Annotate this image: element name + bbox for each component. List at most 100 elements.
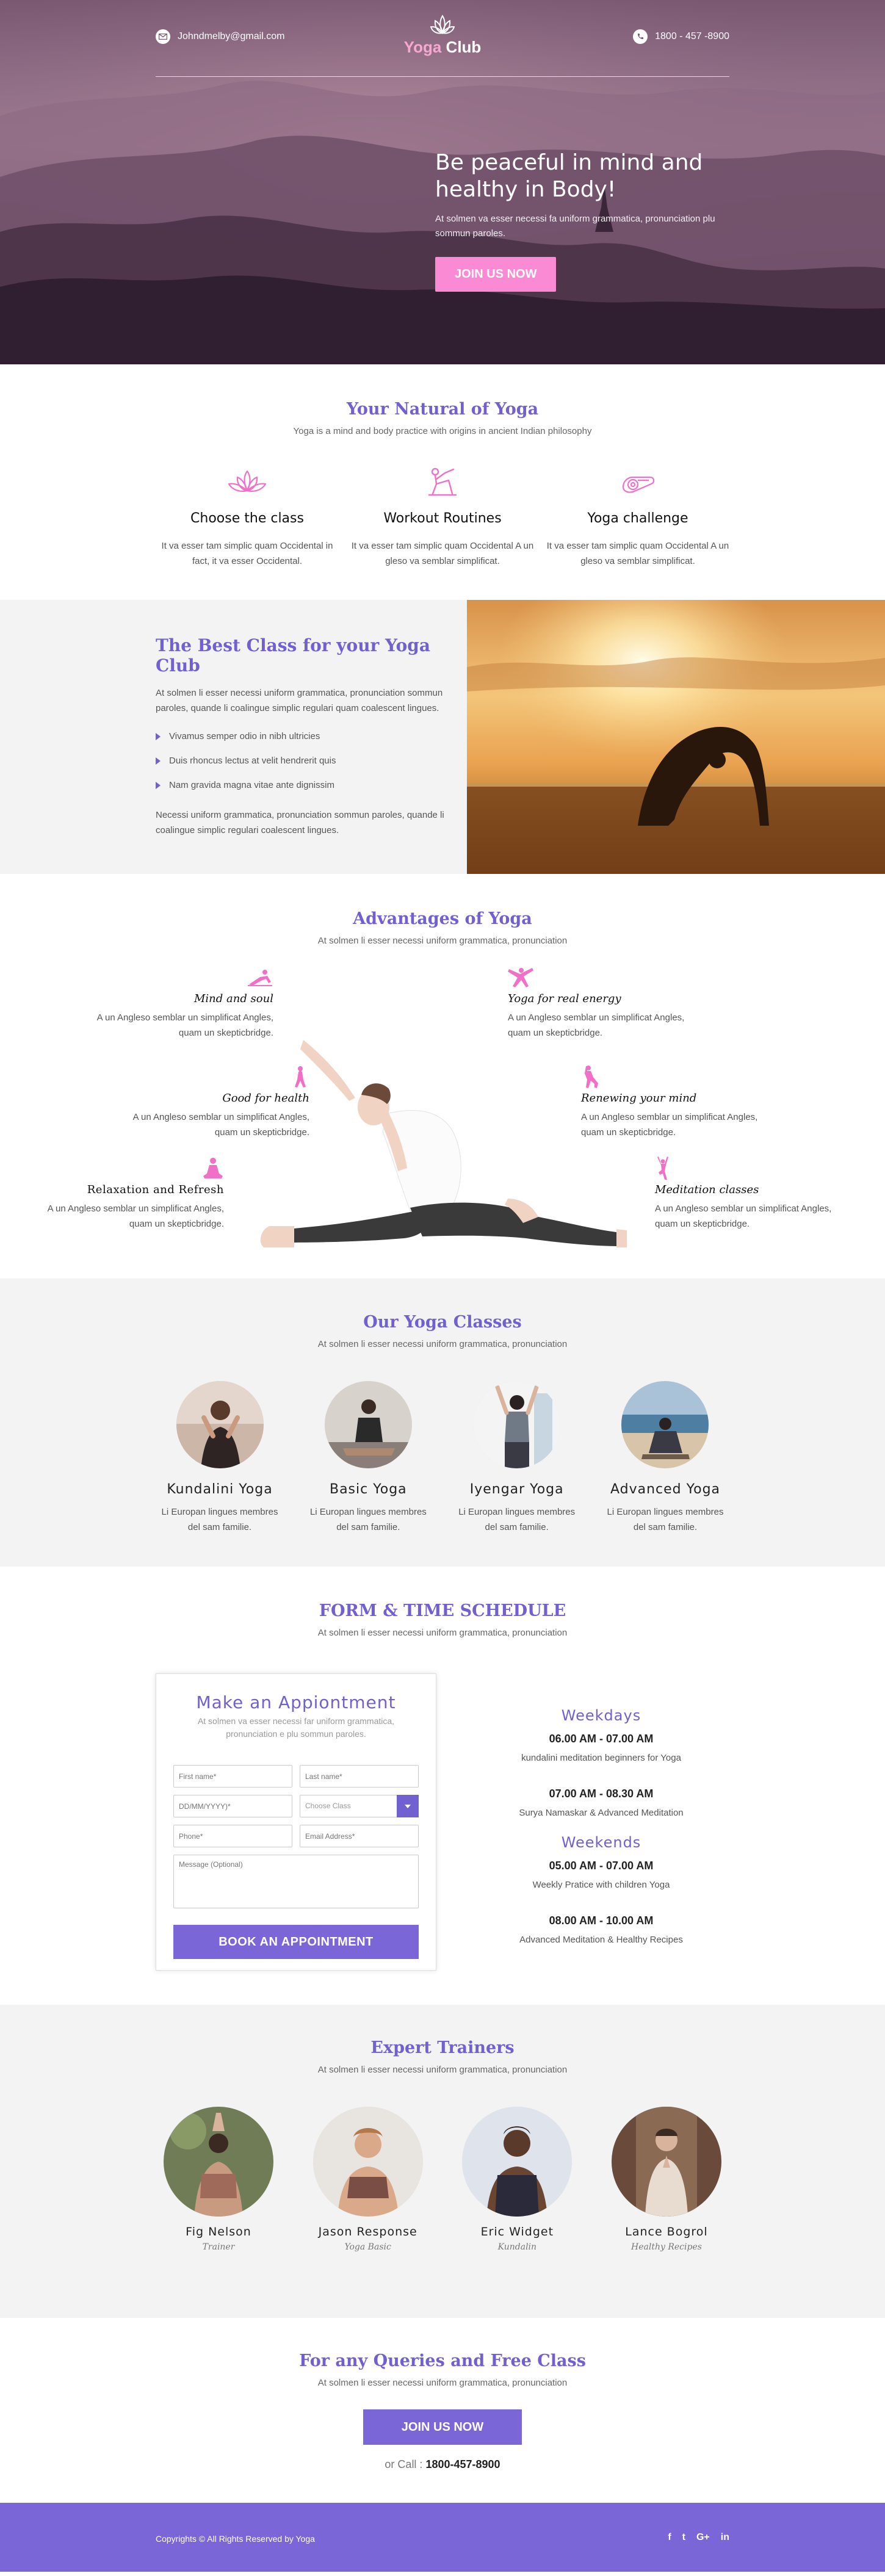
class-card[interactable]: Advanced Yoga Li Europan lingues membres… (601, 1381, 729, 1535)
email-input[interactable] (300, 1825, 419, 1847)
facebook-icon[interactable]: f (668, 2532, 671, 2543)
appointment-form: Make an Appiontment At solmen va esser n… (156, 1673, 436, 1971)
feature-item: Yoga challenge It va esser tam simplic q… (546, 467, 729, 569)
advantage-item: Mind and soul A un Angleso semblar un si… (90, 967, 273, 1041)
best-class-outro: Necessi uniform grammatica, pronunciatio… (156, 810, 444, 835)
header-phone-text: 1800 - 457 -8900 (655, 31, 729, 41)
arrow-right-icon (156, 782, 161, 789)
date-input[interactable] (173, 1795, 292, 1817)
class-text: Li Europan lingues membres del sam famil… (309, 1507, 427, 1532)
class-photo (621, 1381, 709, 1468)
yoga-stretch-icon (248, 970, 272, 986)
arrow-right-icon (156, 757, 161, 765)
trainer-name: Lance Bogrol (625, 2225, 708, 2239)
best-class-copy: The Best Class for your Yoga Club At sol… (156, 635, 446, 838)
trainer-list: Fig Nelson Trainer Jason Response Yoga B… (156, 2107, 729, 2252)
trainer-name: Jason Response (318, 2225, 417, 2239)
advantage-title: Relaxation and Refresh (87, 1183, 224, 1196)
list-item: Vivamus semper odio in nibh ultricies (156, 724, 446, 749)
feature-title: Choose the class (190, 511, 304, 526)
advantage-title: Mind and soul (193, 992, 273, 1005)
first-name-input[interactable] (173, 1765, 292, 1788)
trainer-name: Fig Nelson (186, 2225, 251, 2239)
call-number[interactable]: 1800-457-8900 (425, 2458, 500, 2470)
schedule-desc: Weekly Pratice with children Yoga (532, 1880, 670, 1890)
choose-class-select[interactable]: Choose Class (300, 1795, 419, 1817)
class-card[interactable]: Kundalini Yoga Li Europan lingues membre… (156, 1381, 284, 1535)
trainer-photo (312, 2107, 423, 2217)
trainer-role: Kundalin (497, 2242, 537, 2252)
book-appointment-button[interactable]: BOOK AN APPOINTMENT (173, 1925, 419, 1959)
weekends-label: Weekends (561, 1834, 641, 1851)
advantage-text: A un Angleso semblar un simplificat Angl… (47, 1203, 224, 1229)
footer: Copyrights © All Rights Reserved by Yoga… (0, 2503, 885, 2572)
envelope-icon (156, 29, 170, 44)
schedule-time: 06.00 AM - 07.00 AM (549, 1733, 654, 1745)
trainer-photo (462, 2107, 573, 2217)
schedule-desc: kundalini meditation beginners for Yoga (521, 1753, 681, 1763)
advantage-title: Yoga for real energy (508, 992, 621, 1005)
arrow-right-icon (156, 733, 161, 740)
yoga-woman-stretching-photo (260, 1040, 627, 1247)
advantage-title: Meditation classes (655, 1183, 759, 1196)
chevron-down-icon (397, 1795, 419, 1817)
form-title: Make an Appiontment (196, 1692, 396, 1712)
best-class-title: The Best Class for your Yoga Club (156, 635, 430, 676)
advantages-title: Advantages of Yoga (353, 909, 532, 928)
class-card[interactable]: Iyengar Yoga Li Europan lingues membres … (453, 1381, 581, 1535)
trainer-card[interactable]: Jason Response Yoga Basic (310, 2107, 426, 2252)
trainer-card[interactable]: Lance Bogrol Healthy Recipes (609, 2107, 724, 2252)
phone-input[interactable] (173, 1825, 292, 1847)
hero-text: At solmen va esser necessi fa uniform gr… (435, 214, 715, 239)
class-name: Kundalini Yoga (167, 1482, 273, 1497)
social-links: f t G+ in (668, 2532, 729, 2543)
hero-section: Johndmelby@gmail.com Yoga Club 1800 - 45… (0, 0, 885, 364)
feature-text: It va esser tam simplic quam Occidental … (351, 541, 534, 566)
class-name: Advanced Yoga (610, 1482, 721, 1497)
class-list: Kundalini Yoga Li Europan lingues membre… (156, 1381, 729, 1535)
advantage-item: Meditation classes A un Angleso semblar … (655, 1156, 838, 1232)
call-line: or Call : 1800-457-8900 (385, 2458, 500, 2470)
trainer-photo (611, 2107, 721, 2217)
google-plus-icon[interactable]: G+ (696, 2532, 710, 2543)
class-photo (324, 1381, 412, 1468)
classes-title: Our Yoga Classes (363, 1313, 522, 1332)
site-logo[interactable]: Yoga Club (381, 15, 504, 57)
feature-text: It va esser tam simplic quam Occidental … (546, 541, 729, 566)
feature-item: Choose the class It va esser tam simplic… (156, 467, 339, 569)
class-text: Li Europan lingues membres del sam famil… (458, 1507, 576, 1532)
hero-copy: Be peaceful in mind and healthy in Body!… (435, 150, 728, 292)
trainer-name: Eric Widget (480, 2225, 554, 2239)
header-email[interactable]: Johndmelby@gmail.com (156, 29, 284, 44)
choose-class-value: Choose Class (305, 1802, 351, 1810)
schedule-subtitle: At solmen li esser necessi uniform gramm… (317, 1628, 568, 1638)
class-photo (176, 1381, 264, 1468)
yoga-pose-icon (428, 467, 457, 496)
schedule-time: 05.00 AM - 07.00 AM (549, 1860, 654, 1872)
feature-list: Choose the class It va esser tam simplic… (156, 467, 729, 569)
header-phone[interactable]: 1800 - 457 -8900 (633, 29, 729, 44)
lotus-icon (228, 470, 267, 492)
feature-text: It va esser tam simplic quam Occidental … (161, 541, 333, 566)
join-us-now-button[interactable]: JOIN US NOW (435, 257, 557, 292)
advantage-item: Relaxation and Refresh A un Angleso semb… (41, 1158, 224, 1232)
trainer-card[interactable]: Fig Nelson Trainer (161, 2107, 276, 2252)
list-item: Duis rhoncus lectus at velit hendrerit q… (156, 749, 446, 773)
queries-subtitle: At solmen li esser necessi uniform gramm… (317, 2378, 568, 2388)
class-name: Iyengar Yoga (469, 1482, 564, 1497)
class-name: Basic Yoga (329, 1482, 407, 1497)
form-subtitle: At solmen va esser necessi far uniform g… (197, 1716, 395, 1739)
trainer-role: Trainer (202, 2242, 235, 2252)
class-text: Li Europan lingues membres del sam famil… (607, 1507, 724, 1532)
linkedin-icon[interactable]: in (721, 2532, 729, 2543)
last-name-input[interactable] (300, 1765, 419, 1788)
trainer-card[interactable]: Eric Widget Kundalin (459, 2107, 575, 2252)
join-us-now-button-bottom[interactable]: JOIN US NOW (363, 2409, 522, 2445)
twitter-icon[interactable]: t (682, 2532, 685, 2543)
list-item: Nam gravida magna vitae ante dignissim (156, 773, 446, 798)
best-class-intro: At solmen li esser necessi uniform gramm… (156, 688, 443, 713)
feature-item: Workout Routines It va esser tam simplic… (351, 467, 534, 569)
message-input[interactable] (173, 1855, 419, 1908)
class-card[interactable]: Basic Yoga Li Europan lingues membres de… (304, 1381, 432, 1535)
phone-icon (633, 29, 648, 44)
